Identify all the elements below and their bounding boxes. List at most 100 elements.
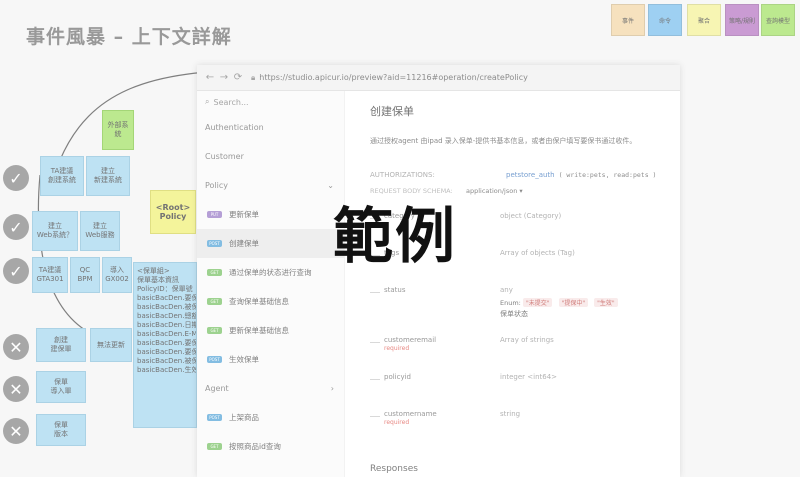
sidebar-section-customer[interactable]: Customer [197, 142, 344, 171]
search-icon: ⌕ [205, 97, 210, 106]
authorizations-row: AUTHORIZATIONS: petstore_auth ( write:pe… [370, 168, 680, 182]
method-badge: POST [207, 240, 222, 247]
aggregate-line: <保單組> [137, 267, 170, 275]
required-label: required [384, 345, 410, 352]
property-type: Array of objects (Tag) [500, 249, 575, 257]
method-badge: GET [207, 443, 222, 450]
api-sidebar: ⌕ Search... Authentication Customer Poli… [197, 91, 345, 477]
address-bar: ← → ⟳ 🔒︎ https://studio.apicur.io/previe… [197, 65, 680, 91]
forward-arrow-icon[interactable]: → [217, 72, 231, 83]
property-name: customername [384, 410, 437, 418]
op-label: 按照商品id查询 [229, 442, 281, 451]
aggregate-line: PolicyID：保單號 [137, 285, 193, 293]
sidebar-op-query-product[interactable]: GET 按照商品id查询 [197, 432, 344, 461]
sticky-command: 保單 導入單 [36, 371, 86, 403]
section-label: Customer [205, 152, 244, 161]
enum-label: Enum: [500, 299, 521, 307]
enum-value: "提保中" [558, 298, 589, 307]
required-label: required [384, 419, 410, 426]
op-label: 更新保单基础信息 [229, 326, 289, 335]
auth-scopes: ( write:pets, read:pets ) [558, 171, 657, 179]
back-arrow-icon[interactable]: ← [203, 72, 217, 83]
aggregate-line: basicBacDen.被保 [137, 357, 197, 365]
check-icon: ✓ [3, 165, 29, 191]
property-name: status [384, 286, 406, 294]
property-name: customeremail [384, 336, 437, 344]
method-badge: GET [207, 327, 222, 334]
sidebar-section-policy[interactable]: Policy ⌄ [197, 171, 344, 200]
operation-detail: 创建保单 通过授权agent 由ipad 录入保单-提供书基本信息，或者由保户填… [345, 91, 680, 477]
sidebar-op-query-by-status[interactable]: GET 通过保单的状态进行查询 [197, 258, 344, 287]
section-label: Policy [205, 181, 229, 190]
check-icon: ✓ [3, 214, 29, 240]
responses-heading: Responses [370, 464, 418, 474]
property-row: customername required string [370, 410, 680, 447]
sidebar-op-query-basic-info[interactable]: GET 查询保单基础信息 [197, 287, 344, 316]
sticky-command: 導入 GX002 [102, 257, 132, 293]
content-type-select[interactable]: application/json ▾ [466, 187, 523, 195]
chevron-right-icon: › [330, 384, 334, 393]
op-label: 查询保单基础信息 [229, 297, 289, 306]
op-label: 创建保单 [229, 239, 259, 248]
cross-icon: ✕ [3, 376, 29, 402]
sample-watermark: 範例 [333, 202, 457, 272]
sticky-command: QC BPM [70, 257, 100, 293]
aggregate-line: basicBacDen.要保 [137, 348, 197, 356]
method-badge: PUT [207, 211, 222, 218]
sticky-command: TA建議 GTA301 [32, 257, 68, 293]
sticky-command: 建立 Web服務 [80, 211, 120, 251]
op-label: 上架商品 [229, 413, 259, 422]
reload-icon[interactable]: ⟳ [231, 72, 245, 83]
aggregate-line: basicBacDen.被保 [137, 303, 197, 311]
sidebar-section-authentication[interactable]: Authentication [197, 113, 344, 142]
enum-values: Enum: "未提交" "提保中" "生效" [500, 298, 622, 307]
property-row: customeremail required Array of strings [370, 336, 680, 373]
aggregate-line: basicBacDen.日期 [137, 321, 197, 329]
operation-title: 创建保单 [370, 105, 414, 118]
sidebar-op-update-basic-info[interactable]: GET 更新保单基础信息 [197, 316, 344, 345]
method-badge: GET [207, 298, 222, 305]
sticky-aggregate-policy: <保單組> 保單基本資訊 PolicyID：保單號 basicBacDen.要保… [133, 262, 197, 428]
sticky-command: TA建議 創建系統 [40, 156, 84, 196]
enum-value: "生效" [594, 298, 618, 307]
check-icon: ✓ [3, 258, 29, 284]
method-badge: POST [207, 414, 222, 421]
method-badge: POST [207, 356, 222, 363]
sticky-command: 建立 新建系統 [86, 156, 130, 196]
sidebar-op-create-policy[interactable]: POST 创建保单 [197, 229, 344, 258]
status-description: 保单状态 [500, 310, 528, 318]
op-label: 通过保单的状态进行查询 [229, 268, 312, 277]
aggregate-line: 保單基本資訊 [137, 276, 179, 284]
property-name: policyid [384, 373, 411, 381]
url-text[interactable]: https://studio.apicur.io/preview?aid=112… [259, 73, 528, 82]
aggregate-line: basicBacDen.總額 [137, 312, 197, 320]
sticky-command: 建立 Web系統？ [32, 211, 78, 251]
property-type: Array of strings [500, 336, 554, 344]
aggregate-line: basicBacDen.E-Mail [137, 330, 197, 338]
property-type: string [500, 410, 521, 418]
sidebar-op-list-product[interactable]: POST 上架商品 [197, 403, 344, 432]
method-badge: GET [207, 269, 222, 276]
auth-key: AUTHORIZATIONS: [370, 171, 435, 179]
aggregate-line: basicBacDen.要保 [137, 294, 197, 302]
section-label: Agent [205, 384, 229, 393]
sidebar-op-update-policy[interactable]: PUT 更新保单 [197, 200, 344, 229]
property-type: integer <int64> [500, 373, 558, 381]
sidebar-op-activate-policy[interactable]: POST 生效保单 [197, 345, 344, 374]
property-row: policyid integer <int64> [370, 373, 680, 410]
operation-description: 通过授权agent 由ipad 录入保单-提供书基本信息，或者由保户填写要保书通… [370, 137, 637, 145]
sticky-command: 保單 版本 [36, 414, 86, 446]
sidebar-search[interactable]: ⌕ Search... [197, 91, 344, 113]
property-row: status any Enum: "未提交" "提保中" "生效" 保单状态 [370, 286, 680, 336]
enum-value: "未提交" [522, 298, 553, 307]
aggregate-line: basicBacDen.生效 [137, 366, 197, 374]
auth-value-link[interactable]: petstore_auth [506, 171, 555, 179]
sidebar-section-agent[interactable]: Agent › [197, 374, 344, 403]
cross-icon: ✕ [3, 334, 29, 360]
aggregate-line: basicBacDen.要保 [137, 339, 197, 347]
op-label: 更新保单 [229, 210, 259, 219]
search-input[interactable]: Search... [213, 98, 248, 107]
sticky-command: 創建 建保單 [36, 328, 86, 362]
op-label: 生效保单 [229, 355, 259, 364]
lock-icon: 🔒︎ [251, 72, 256, 82]
